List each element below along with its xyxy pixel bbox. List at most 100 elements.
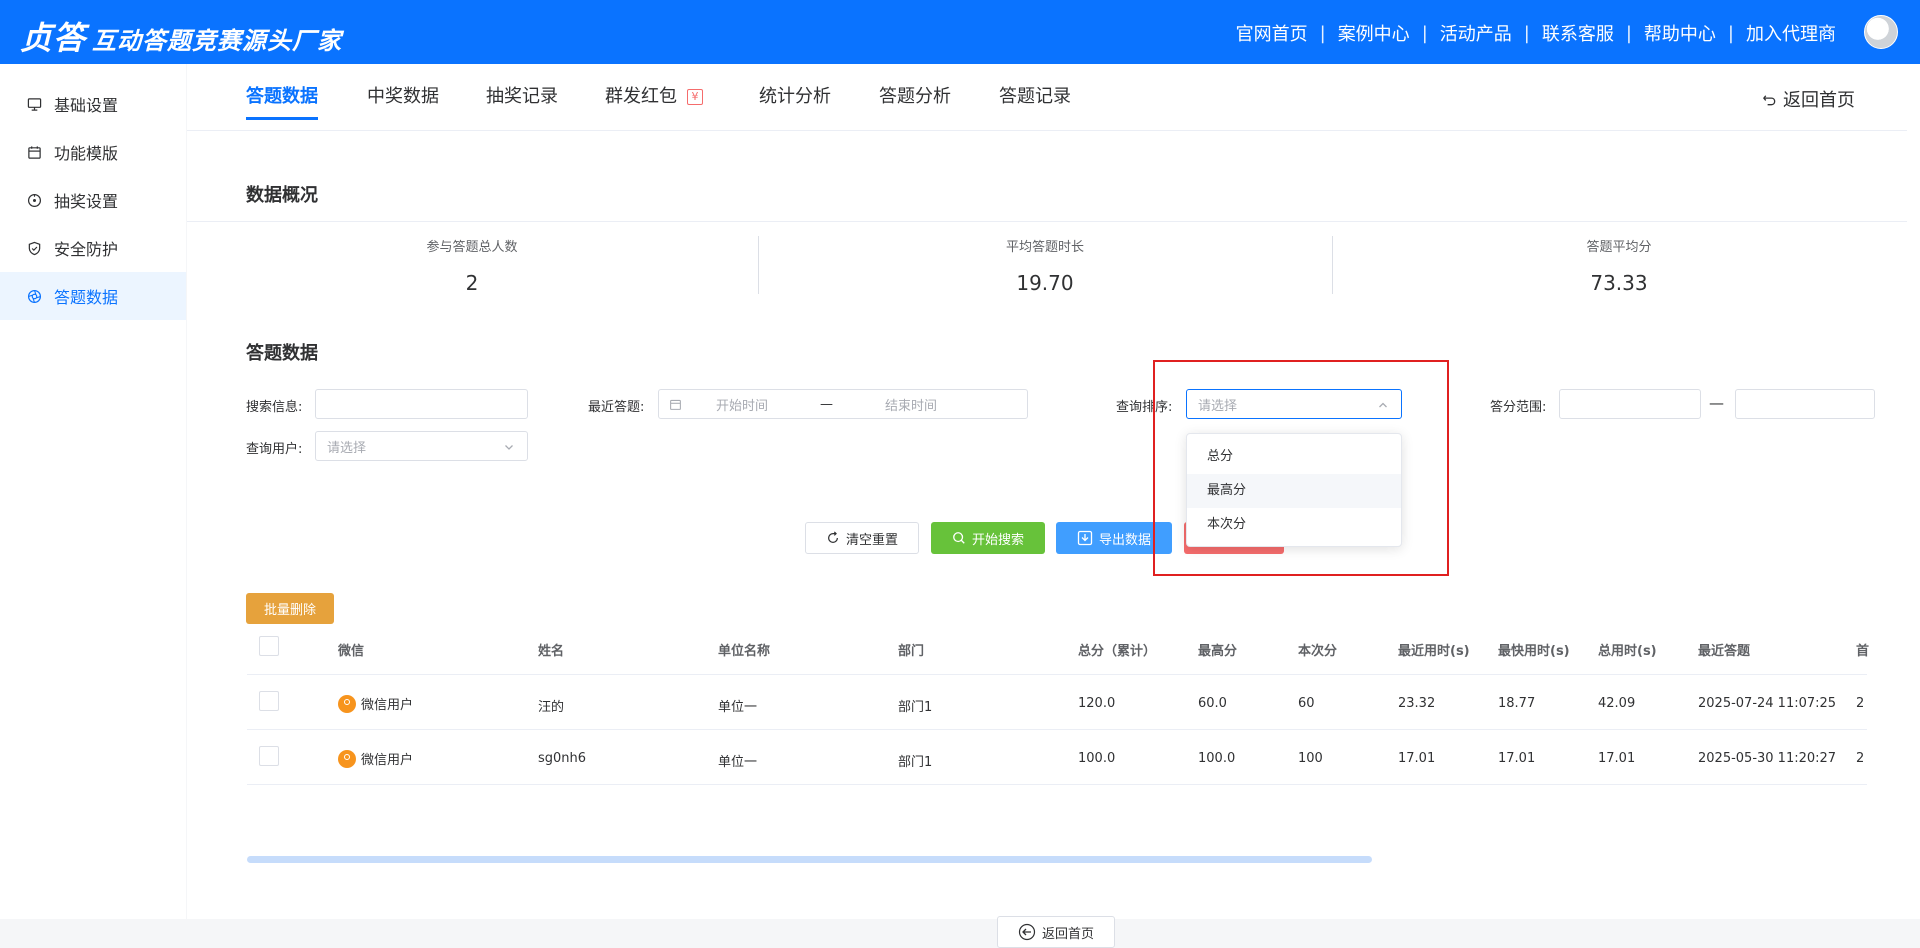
sidebar-item-label: 基础设置 <box>54 96 119 115</box>
tab-answer-records[interactable]: 答题记录 <box>999 82 1071 108</box>
search-icon <box>952 531 966 545</box>
query-user-label: 查询用户: <box>246 442 303 457</box>
column-header: 总分（累计） <box>1078 644 1157 659</box>
start-time-placeholder[interactable]: 开始时间 <box>716 395 768 414</box>
highest-score-cell: 60.0 <box>1198 696 1227 711</box>
search-label: 搜索信息: <box>246 400 303 415</box>
recent-time-cell: 17.01 <box>1398 751 1436 766</box>
wechat-name: 微信用户 <box>361 753 414 768</box>
logo-slogan: 互动答题竞赛源头厂家 <box>92 27 343 55</box>
column-header: 本次分 <box>1298 644 1338 659</box>
undo-icon <box>1762 92 1777 107</box>
stat-value: 19.70 <box>1016 271 1074 295</box>
total-score-cell: 100.0 <box>1078 751 1116 766</box>
column-header: 部门 <box>898 644 925 659</box>
fastest-time-cell: 18.77 <box>1498 696 1536 711</box>
tab-bar: 答题数据 中奖数据 抽奖记录 群发红包 ¥ 统计分析 答题分析 答题记录 返回首页 <box>187 64 1907 131</box>
stat-total-participants: 参与答题总人数 2 <box>187 236 757 295</box>
brand-logo[interactable]: 贞答 互动答题竞赛源头厂家 <box>20 13 342 59</box>
score-max-input[interactable] <box>1735 389 1875 419</box>
name-cell: 汪的 <box>538 700 565 715</box>
top-nav-products[interactable]: 活动产品 <box>1440 20 1512 46</box>
sidebar-item-basic-settings[interactable]: 基础设置 <box>0 80 186 128</box>
search-input[interactable] <box>315 389 528 419</box>
shield-icon <box>26 240 42 256</box>
column-header: 最近用时(s) <box>1398 644 1470 659</box>
sidebar-item-function-template[interactable]: 功能模版 <box>0 128 186 176</box>
stat-label: 平均答题时长 <box>1005 240 1084 255</box>
sidebar-item-label: 抽奖设置 <box>54 192 119 211</box>
top-nav-agent[interactable]: 加入代理商 <box>1746 20 1836 46</box>
date-range-picker[interactable]: 开始时间 — 结束时间 <box>658 389 1028 419</box>
stat-avg-score: 答题平均分 73.33 <box>1334 236 1904 295</box>
user-avatar[interactable] <box>1864 15 1898 49</box>
refresh-icon <box>826 531 840 545</box>
nav-separator: | <box>1523 22 1530 44</box>
back-home-label: 返回首页 <box>1783 90 1855 111</box>
column-header: 微信 <box>338 644 365 659</box>
row-checkbox[interactable] <box>259 746 279 766</box>
stat-divider <box>1332 236 1333 294</box>
sidebar-item-security[interactable]: 安全防护 <box>0 224 186 272</box>
query-user-select[interactable]: 请选择 <box>315 431 528 461</box>
recent-time-cell: 23.32 <box>1398 696 1436 711</box>
sidebar-item-lottery-settings[interactable]: 抽奖设置 <box>0 176 186 224</box>
unit-cell: 单位一 <box>718 700 758 715</box>
query-user-placeholder: 请选择 <box>327 440 367 456</box>
nav-separator: | <box>1319 22 1326 44</box>
column-header: 姓名 <box>538 644 565 659</box>
current-score-cell: 100 <box>1298 751 1323 766</box>
total-time-cell: 42.09 <box>1598 696 1636 711</box>
user-avatar-icon <box>338 695 356 713</box>
batch-delete-button[interactable]: 批量删除 <box>246 593 334 624</box>
nav-separator: | <box>1727 22 1734 44</box>
end-time-placeholder[interactable]: 结束时间 <box>885 395 937 414</box>
top-bar: 贞答 互动答题竞赛源头厂家 官网首页 | 案例中心 | 活动产品 | 联系客服 |… <box>0 0 1920 64</box>
tab-prize-data[interactable]: 中奖数据 <box>367 82 439 108</box>
tab-statistics[interactable]: 统计分析 <box>759 82 831 108</box>
tab-answer-analysis[interactable]: 答题分析 <box>879 82 951 108</box>
sidebar-item-answer-data[interactable]: 答题数据 <box>0 272 186 320</box>
bottom-back-home-button[interactable]: 返回首页 <box>997 916 1115 948</box>
dept-cell: 部门1 <box>898 755 933 770</box>
sidebar-item-label: 安全防护 <box>54 240 119 259</box>
column-header: 单位名称 <box>718 644 771 659</box>
stat-label: 答题平均分 <box>1586 240 1652 255</box>
export-label: 导出数据 <box>1098 532 1151 548</box>
highlight-box <box>1153 360 1449 576</box>
highest-score-cell: 100.0 <box>1198 751 1236 766</box>
back-home-link[interactable]: 返回首页 <box>1762 86 1855 112</box>
stat-divider <box>758 236 759 294</box>
top-nav-home[interactable]: 官网首页 <box>1236 20 1308 46</box>
monitor-icon <box>26 96 42 112</box>
tab-lottery-records[interactable]: 抽奖记录 <box>486 82 558 108</box>
reset-button[interactable]: 清空重置 <box>805 522 919 554</box>
top-nav-help[interactable]: 帮助中心 <box>1644 20 1716 46</box>
top-nav-cases[interactable]: 案例中心 <box>1338 20 1410 46</box>
row-divider <box>247 729 1867 730</box>
download-icon <box>1077 530 1093 546</box>
logo-main: 贞答 <box>20 19 87 57</box>
redpacket-badge-icon: ¥ <box>687 89 703 105</box>
tab-answer-data[interactable]: 答题数据 <box>246 82 318 120</box>
answer-data-title: 答题数据 <box>246 343 318 364</box>
recent-answer-cell: 2025-05-30 11:20:27 <box>1698 751 1837 766</box>
row-divider <box>247 784 1867 785</box>
search-button[interactable]: 开始搜索 <box>931 522 1045 554</box>
select-all-checkbox[interactable] <box>259 636 279 656</box>
name-cell: sg0nh6 <box>538 751 587 766</box>
range-separator: — <box>820 396 834 412</box>
row-checkbox[interactable] <box>259 691 279 711</box>
horizontal-scrollbar[interactable] <box>247 856 1372 863</box>
stat-avg-duration: 平均答题时长 19.70 <box>760 236 1330 295</box>
overview-divider <box>187 221 1907 222</box>
wechat-cell: 微信用户 <box>338 749 413 768</box>
calendar-icon <box>669 398 682 411</box>
arrow-left-circle-icon <box>1018 923 1036 941</box>
tab-group-redpacket[interactable]: 群发红包 ¥ <box>605 82 703 108</box>
reset-label: 清空重置 <box>845 532 898 548</box>
score-min-input[interactable] <box>1559 389 1701 419</box>
total-score-cell: 120.0 <box>1078 696 1116 711</box>
unit-cell: 单位一 <box>718 755 758 770</box>
top-nav-support[interactable]: 联系客服 <box>1542 20 1614 46</box>
